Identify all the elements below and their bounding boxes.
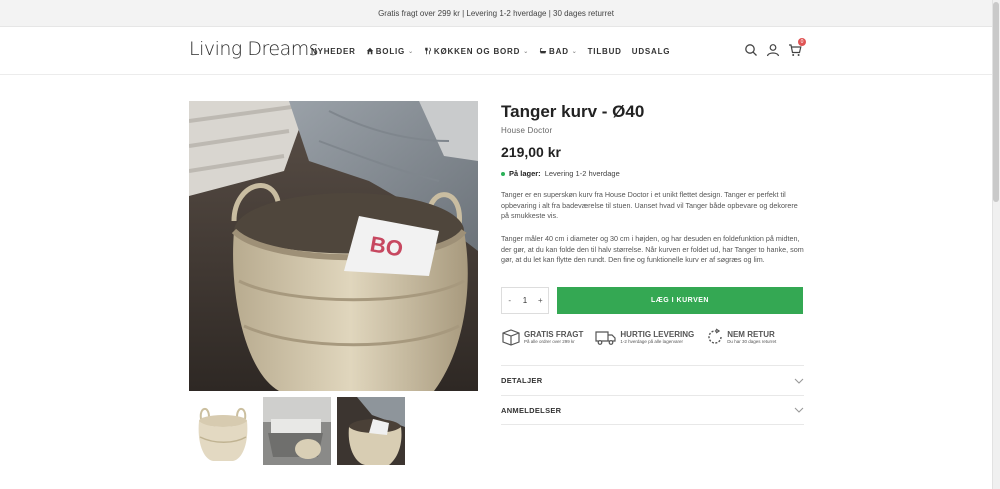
product-title: Tanger kurv - Ø40: [501, 102, 645, 121]
account-button[interactable]: [766, 43, 780, 57]
nav-item-koekken-og-bord[interactable]: KØKKEN OG BORD ⌄: [424, 47, 529, 56]
quantity-decrease-button[interactable]: -: [502, 296, 517, 305]
accordion-reviews[interactable]: ANMELDELSER: [501, 395, 804, 425]
usp-subtitle: På alle ordrer over 299 kr: [524, 338, 575, 344]
usp-free-shipping: GRATIS FRAGT På alle ordrer over 299 kr: [501, 328, 583, 346]
usp-easy-return: NEM RETUR Du har 30 dages returret: [706, 328, 776, 346]
box-icon: [502, 329, 520, 346]
site-logo[interactable]: Living Dreams: [189, 38, 319, 60]
accordion-details[interactable]: DETALJER: [501, 365, 804, 395]
main-nav: NYHEDER BOLIG ⌄ KØKKEN OG BORD ⌄ BAD ⌄ T…: [311, 27, 670, 75]
usp-title: HURTIG LEVERING: [620, 329, 695, 339]
usp-title: GRATIS FRAGT: [524, 329, 584, 339]
stock-label: På lager:: [509, 169, 541, 178]
bath-icon: [539, 48, 547, 54]
usp-subtitle: 1-2 hverdage på alle lagervarer: [620, 338, 683, 344]
accordion-label: DETALJER: [501, 376, 543, 385]
nav-label: KØKKEN OG BORD: [433, 46, 521, 56]
product-price: 219,00 kr: [501, 144, 561, 160]
chevron-down-icon: ⌄: [408, 48, 414, 55]
product-thumbnail[interactable]: [337, 397, 405, 465]
basket-closeup-thumbnail-image: [337, 397, 405, 465]
search-icon: [745, 44, 757, 56]
home-icon: [366, 47, 373, 55]
search-button[interactable]: [744, 43, 758, 57]
product-brand[interactable]: House Doctor: [501, 126, 552, 135]
product-description-1: Tanger er en superskøn kurv fra House Do…: [501, 190, 798, 220]
page-scrollbar[interactable]: [992, 0, 1000, 489]
cutlery-icon: [425, 47, 431, 55]
nav-label: NYHEDER: [311, 46, 356, 56]
nav-item-tilbud[interactable]: TILBUD: [588, 47, 622, 56]
nav-label: UDSALG: [631, 46, 671, 56]
basket-thumbnail-image: [189, 397, 257, 465]
quantity-stepper: - 1 +: [501, 287, 549, 314]
nav-label: BAD: [549, 46, 569, 56]
usp-subtitle: Du har 30 dages returret: [727, 338, 777, 344]
header-icons: 0: [744, 38, 806, 57]
usp-fast-delivery: HURTIG LEVERING 1-2 hverdage på alle lag…: [595, 328, 694, 346]
nav-item-bad[interactable]: BAD ⌄: [539, 47, 578, 56]
user-icon: [766, 44, 780, 57]
product-description-2: Tanger måler 40 cm i diameter og 30 cm i…: [501, 234, 804, 264]
stock-status: På lager: Levering 1-2 hverdage: [501, 169, 620, 178]
quantity-increase-button[interactable]: +: [533, 296, 548, 305]
chevron-down-icon: [794, 407, 804, 413]
site-header: Living Dreams NYHEDER BOLIG ⌄ KØKKEN OG …: [0, 27, 992, 75]
nav-item-bolig[interactable]: BOLIG ⌄: [366, 47, 414, 56]
chevron-down-icon: ⌄: [523, 48, 530, 55]
truck-icon: [595, 331, 617, 345]
nav-item-udsalg[interactable]: UDSALG: [632, 47, 671, 56]
chevron-down-icon: ⌄: [571, 48, 578, 55]
product-thumbnail[interactable]: [189, 397, 257, 465]
chevron-down-icon: [794, 378, 804, 384]
cart-count-badge: 0: [798, 38, 806, 46]
nav-label: TILBUD: [587, 46, 622, 56]
quantity-input[interactable]: 1: [517, 296, 532, 305]
cart-button[interactable]: 0: [788, 38, 806, 57]
return-icon: [708, 328, 722, 344]
usp-row: GRATIS FRAGT På alle ordrer over 299 kr …: [501, 328, 804, 346]
announcement-text: Gratis fragt over 299 kr | Levering 1-2 …: [378, 8, 614, 18]
stock-delivery-text: Levering 1-2 hverdage: [544, 169, 620, 178]
usp-title: NEM RETUR: [727, 329, 775, 339]
room-thumbnail-image: [263, 397, 331, 465]
product-main-image[interactable]: BO: [189, 101, 478, 391]
basket-photo: BO: [189, 101, 478, 391]
nav-label: BOLIG: [375, 46, 406, 56]
product-thumbnail[interactable]: [263, 397, 331, 465]
scrollbar-thumb[interactable]: [993, 2, 999, 202]
nav-item-nyheder[interactable]: NYHEDER: [311, 47, 356, 56]
add-to-cart-button[interactable]: LÆG I KURVEN: [557, 287, 803, 314]
announcement-bar: Gratis fragt over 299 kr | Levering 1-2 …: [0, 0, 992, 27]
in-stock-dot-icon: [501, 171, 505, 176]
accordion-label: ANMELDELSER: [501, 405, 562, 415]
